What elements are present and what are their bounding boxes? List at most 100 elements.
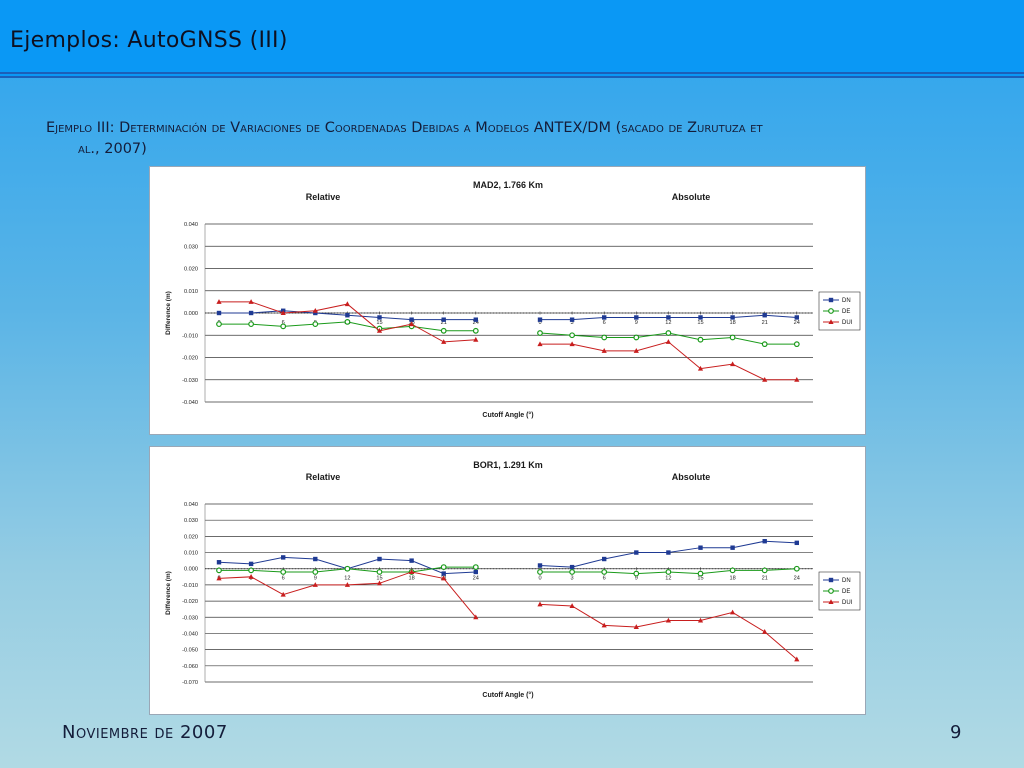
de-point: [761, 341, 768, 348]
legend-label-dui: DUI: [842, 320, 853, 326]
de-point: [248, 567, 254, 574]
series-line-dui: [539, 603, 798, 660]
slide-title: Ejemplos: AutoGNSS (III): [10, 28, 288, 53]
chart-title: MAD2, 1.766 Km: [473, 180, 543, 190]
dn-point: [409, 558, 414, 563]
dn-point: [666, 315, 671, 320]
de-point: [697, 570, 704, 577]
y-tick-label: 0.020: [184, 534, 198, 540]
y-tick-label: 0.030: [184, 244, 198, 250]
de-point: [793, 565, 800, 572]
title-rule: [0, 72, 1024, 74]
y-tick-label: -0.070: [182, 680, 198, 686]
x-tick-label: 0: [538, 576, 541, 582]
dui-point: [730, 361, 736, 367]
de-point: [729, 334, 736, 341]
x-tick-label: 15: [697, 320, 703, 326]
y-axis-label: Difference (m): [165, 571, 172, 615]
title-rule: [0, 76, 1024, 78]
chart-bor1-svg: BOR1, 1.291 Km Relative Absolute 0.040 0.030…: [165, 460, 861, 699]
de-point: [216, 321, 222, 328]
legend-label-de: DE: [842, 589, 850, 595]
absolute-series-dn: [537, 539, 799, 570]
dn-point: [762, 313, 767, 318]
de-point: [280, 569, 287, 575]
de-point: [312, 569, 319, 575]
de-point: [440, 327, 447, 334]
de-point: [793, 341, 800, 348]
x-tick-label: 6: [282, 576, 285, 582]
de-point: [633, 570, 640, 577]
relative-series-de: [216, 318, 479, 334]
de-point: [344, 565, 351, 572]
dn-point: [666, 550, 671, 555]
de-point: [537, 330, 543, 336]
panel-label-absolute: Absolute: [672, 192, 711, 202]
dn-point: [794, 315, 799, 320]
dn-point: [730, 545, 735, 550]
y-tick-label: 0.000: [184, 311, 198, 317]
de-point: [761, 567, 768, 574]
de-point: [376, 569, 383, 575]
dn-point: [794, 540, 799, 546]
dn-point: [313, 556, 318, 562]
y-tick-label: -0.060: [182, 664, 198, 670]
x-axis-label: Cutoff Angle (°): [482, 411, 533, 419]
y-tick-label: -0.030: [182, 615, 198, 621]
y-tick-label: 0.020: [184, 267, 198, 273]
y-tick-label: -0.040: [182, 400, 198, 406]
x-tick-label: 15: [376, 320, 382, 326]
de-point: [344, 318, 351, 325]
dn-point: [602, 315, 607, 320]
de-point: [633, 334, 640, 341]
dui-point: [762, 629, 768, 634]
footer-date: Noviembre de 2007: [62, 722, 228, 743]
y-tick-label: -0.040: [182, 631, 198, 637]
dn-point: [537, 563, 543, 568]
x-axis-label: Cutoff Angle (°): [482, 691, 533, 699]
dn-point: [409, 317, 414, 322]
dn-point: [634, 550, 639, 555]
relative-series-dn: [216, 555, 478, 576]
y-tick-label: -0.020: [182, 599, 198, 605]
dui-point: [344, 301, 350, 307]
dn-point: [762, 539, 767, 544]
x-tick-label: 9: [635, 320, 638, 326]
dn-point: [473, 569, 478, 575]
dn-point: [377, 315, 382, 320]
dn-point: [698, 315, 703, 320]
y-tick-label: -0.010: [182, 583, 198, 589]
dn-point: [281, 555, 286, 560]
de-point: [569, 569, 576, 575]
de-point: [280, 323, 287, 330]
dn-point: [441, 317, 446, 322]
dn-point: [377, 556, 382, 562]
dn-point: [730, 315, 735, 320]
x-tick-label: 12: [665, 576, 671, 582]
x-tick-label: 21: [762, 576, 768, 582]
legend: DN DE DUI: [818, 291, 861, 331]
dui-point: [665, 339, 671, 344]
dn-point: [634, 315, 639, 320]
de-point: [665, 569, 672, 575]
y-tick-label: 0.010: [184, 289, 198, 295]
y-tick-label: -0.030: [182, 378, 198, 384]
de-point: [601, 569, 608, 575]
y-axis-label: Difference (m): [165, 291, 172, 335]
de-point: [312, 321, 319, 328]
panel-label-relative: Relative: [306, 472, 341, 482]
y-tick-label: 0.040: [184, 222, 198, 228]
y-tick-label: 0.000: [184, 567, 198, 573]
x-tick-label: 24: [794, 320, 800, 326]
dn-point: [473, 317, 478, 322]
dui-point: [730, 609, 736, 615]
de-point: [601, 334, 608, 341]
de-point: [569, 332, 576, 339]
x-tick-label: 18: [729, 320, 735, 326]
y-tick-label: -0.020: [182, 356, 198, 362]
dn-point: [248, 561, 254, 567]
x-tick-label: 3: [571, 576, 574, 582]
y-tick-label: 0.010: [184, 551, 198, 557]
x-tick-label: 15: [697, 576, 703, 582]
panel-label-relative: Relative: [306, 192, 341, 202]
